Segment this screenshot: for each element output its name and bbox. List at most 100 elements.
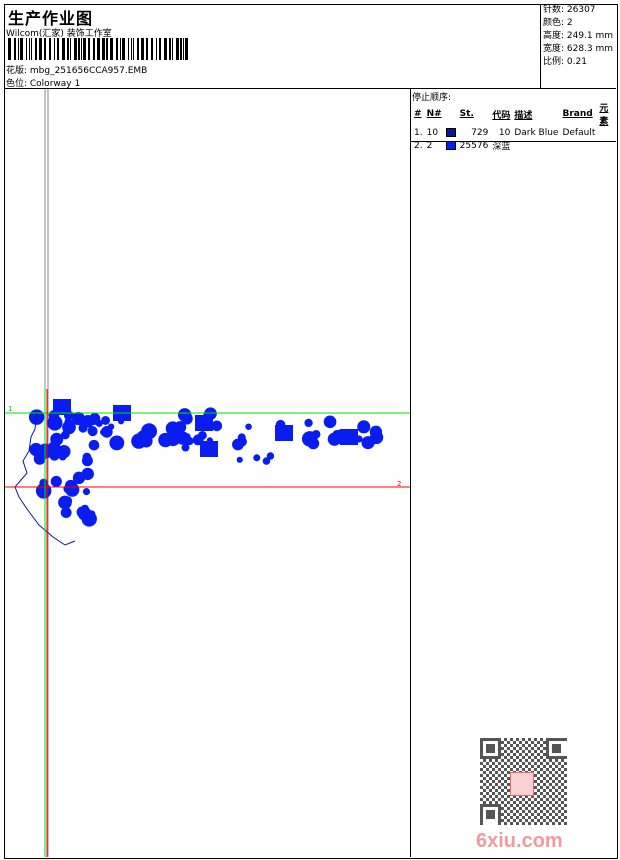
qr-module	[546, 750, 549, 753]
design-info: 针数: 26307 颜色: 2 高度: 249.1 mm 宽度: 628.3 m…	[540, 4, 617, 88]
qr-module	[489, 747, 492, 750]
qr-module	[504, 744, 507, 747]
qr-module	[534, 750, 537, 753]
qr-module	[555, 771, 558, 774]
qr-module	[537, 789, 540, 792]
qr-module	[564, 756, 567, 759]
qr-module	[561, 819, 564, 822]
embroidery-motif	[357, 420, 371, 434]
qr-module	[504, 738, 507, 741]
qr-module	[528, 798, 531, 801]
qr-module	[486, 747, 489, 750]
qr-module	[537, 807, 540, 810]
qr-module	[495, 756, 498, 759]
qr-module	[498, 768, 501, 771]
qr-module	[516, 816, 519, 819]
qr-module	[480, 816, 483, 819]
col-index: #	[414, 109, 422, 119]
qr-module	[558, 792, 561, 795]
qr-module	[549, 795, 552, 798]
qr-module	[534, 738, 537, 741]
end-marker: 2	[397, 480, 401, 488]
qr-module	[516, 810, 519, 813]
qr-module	[522, 822, 525, 825]
qr-module	[504, 774, 507, 777]
qr-module	[525, 813, 528, 816]
qr-module	[486, 804, 489, 807]
qr-module	[522, 738, 525, 741]
qr-module	[564, 768, 567, 771]
qr-module	[492, 786, 495, 789]
qr-module	[537, 759, 540, 762]
qr-module	[501, 795, 504, 798]
qr-module	[492, 813, 495, 816]
qr-module	[555, 807, 558, 810]
qr-module	[510, 744, 513, 747]
qr-module	[528, 738, 531, 741]
colorway: 色位: Colorway 1	[6, 79, 81, 89]
qr-module	[561, 783, 564, 786]
qr-module	[561, 813, 564, 816]
stitch-count: 针数: 26307	[543, 5, 596, 15]
qr-module	[549, 777, 552, 780]
barcode	[8, 38, 236, 60]
embroidery-motif	[82, 452, 92, 462]
embroidery-motif	[76, 506, 88, 518]
qr-module	[546, 810, 549, 813]
qr-module	[555, 756, 558, 759]
qr-module	[549, 759, 552, 762]
qr-module	[486, 750, 489, 753]
qr-module	[489, 738, 492, 741]
qr-module	[534, 792, 537, 795]
qr-module	[486, 786, 489, 789]
col-stitches: St.	[459, 109, 474, 119]
qr-module	[546, 804, 549, 807]
qr-module	[483, 759, 486, 762]
qr-module	[534, 798, 537, 801]
qr-module	[555, 801, 558, 804]
qr-module	[486, 768, 489, 771]
qr-module	[558, 810, 561, 813]
qr-module	[498, 738, 501, 741]
qr-module	[564, 786, 567, 789]
qr-module	[522, 768, 525, 771]
qr-module	[510, 756, 513, 759]
qr-module	[540, 780, 543, 783]
qr-module	[528, 762, 531, 765]
qr-module	[549, 771, 552, 774]
qr-module	[480, 804, 483, 807]
qr-module	[480, 768, 483, 771]
qr-module	[492, 762, 495, 765]
qr-module	[480, 744, 483, 747]
barcode-bar	[188, 38, 190, 60]
qr-module	[549, 783, 552, 786]
qr-module	[540, 792, 543, 795]
row-code: 10	[498, 128, 511, 138]
qr-module	[510, 810, 513, 813]
qr-module	[486, 762, 489, 765]
design-file-name: 花版: mbg_251656CCA957.EMB	[6, 66, 148, 76]
qr-module	[480, 798, 483, 801]
qr-module	[540, 750, 543, 753]
qr-module	[483, 756, 486, 759]
qr-module	[555, 744, 558, 747]
qr-module	[552, 774, 555, 777]
qr-module	[528, 804, 531, 807]
embroidery-motif	[89, 413, 101, 425]
row-needle: 10	[426, 128, 439, 138]
embroidery-motif	[49, 450, 60, 461]
qr-module	[546, 768, 549, 771]
qr-module	[507, 813, 510, 816]
qr-module	[495, 738, 498, 741]
qr-module	[498, 807, 501, 810]
watermark-text: 6xiu.com	[476, 830, 563, 852]
qr-module	[501, 813, 504, 816]
qr-module	[519, 759, 522, 762]
qr-module	[564, 738, 567, 741]
qr-module	[483, 738, 486, 741]
qr-module	[543, 741, 546, 744]
qr-module	[552, 747, 555, 750]
qr-module	[525, 807, 528, 810]
qr-module	[555, 813, 558, 816]
qr-module	[558, 816, 561, 819]
